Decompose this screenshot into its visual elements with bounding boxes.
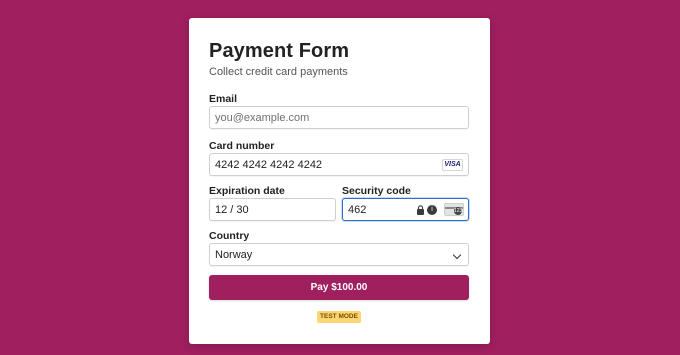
card-number-value: 4242 4242 4242 4242: [215, 159, 323, 171]
visa-icon: VISA: [442, 159, 463, 171]
email-placeholder: you@example.com: [215, 112, 310, 124]
country-select[interactable]: Norway: [209, 243, 469, 266]
security-code-value: 462: [348, 204, 367, 216]
email-field[interactable]: you@example.com: [209, 106, 469, 129]
payment-form-card: Payment Form Collect credit card payment…: [189, 18, 490, 344]
security-icons: i: [416, 205, 437, 215]
cvc-card-icon: 123: [444, 203, 464, 216]
pay-button[interactable]: Pay $100.00: [209, 275, 469, 300]
lock-icon: [417, 205, 424, 215]
form-subtitle: Collect credit card payments: [209, 66, 348, 78]
card-number-label: Card number: [209, 140, 275, 152]
expiration-field[interactable]: 12 / 30: [209, 198, 336, 221]
security-code-label: Security code: [342, 185, 411, 197]
card-number-field[interactable]: 4242 4242 4242 4242 VISA: [209, 153, 469, 176]
expiration-value: 12 / 30: [215, 204, 249, 216]
country-label: Country: [209, 230, 250, 242]
info-icon[interactable]: i: [427, 205, 437, 215]
security-code-field[interactable]: 462 i 123: [342, 198, 469, 221]
chevron-down-icon: [452, 250, 462, 260]
test-mode-badge: TEST MODE: [317, 311, 361, 323]
country-value: Norway: [215, 249, 253, 261]
email-label: Email: [209, 93, 238, 105]
expiration-label: Expiration date: [209, 185, 285, 197]
form-title: Payment Form: [209, 40, 350, 62]
